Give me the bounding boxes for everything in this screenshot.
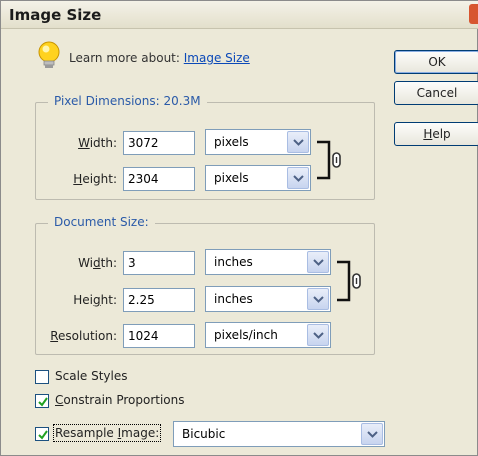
pixel-dimensions-size: 20.3M bbox=[163, 94, 201, 108]
resample-image-checkbox[interactable] bbox=[35, 427, 49, 441]
pixel-height-label: Height: bbox=[73, 172, 117, 186]
scale-styles-checkbox[interactable] bbox=[35, 370, 49, 384]
doc-height-unit-select[interactable]: inches bbox=[205, 286, 331, 312]
checkmark-icon bbox=[38, 430, 48, 440]
constrain-link-icon bbox=[315, 139, 351, 184]
constrain-proportions-checkbox[interactable] bbox=[35, 394, 49, 408]
lightbulb-icon bbox=[37, 41, 61, 71]
resolution-label: Resolution: bbox=[50, 329, 117, 343]
resolution-unit-select[interactable]: pixels/inch bbox=[205, 322, 331, 348]
title-bar[interactable]: Image Size bbox=[1, 1, 478, 29]
chevron-down-icon[interactable] bbox=[307, 288, 329, 310]
constrain-link-icon bbox=[335, 259, 371, 306]
ok-button[interactable]: OK bbox=[394, 50, 478, 74]
resolution-field[interactable]: 1024 bbox=[123, 324, 195, 348]
pixel-dimensions-legend: Pixel Dimensions: 20.3M bbox=[48, 94, 207, 108]
image-size-dialog: Image Size Learn more about: Image Size … bbox=[0, 0, 478, 456]
learn-more-text: Learn more about: Image Size bbox=[69, 51, 250, 65]
help-button[interactable]: Help bbox=[394, 122, 478, 146]
constrain-proportions-label[interactable]: Constrain Proportions bbox=[55, 393, 185, 407]
document-size-legend: Document Size: bbox=[48, 215, 155, 229]
doc-width-label: Width: bbox=[78, 256, 117, 270]
pixel-height-field[interactable]: 2304 bbox=[123, 167, 195, 191]
pixel-width-unit-select[interactable]: pixels bbox=[205, 129, 311, 155]
pixel-width-field[interactable]: 3072 bbox=[123, 131, 195, 155]
doc-width-field[interactable]: 3 bbox=[123, 251, 195, 275]
resample-method-select[interactable]: Bicubic bbox=[173, 421, 385, 447]
dialog-title: Image Size bbox=[9, 6, 102, 24]
image-size-help-link[interactable]: Image Size bbox=[184, 51, 250, 65]
pixel-height-unit-select[interactable]: pixels bbox=[205, 165, 311, 191]
doc-height-field[interactable]: 2.25 bbox=[123, 288, 195, 312]
chevron-down-icon[interactable] bbox=[307, 324, 329, 346]
chevron-down-icon[interactable] bbox=[287, 167, 309, 189]
scale-styles-label[interactable]: Scale Styles bbox=[55, 369, 128, 383]
resample-image-label[interactable]: Resample Image: bbox=[52, 424, 162, 442]
doc-height-label: Height: bbox=[73, 293, 117, 307]
cancel-button[interactable]: Cancel bbox=[394, 81, 478, 105]
chevron-down-icon[interactable] bbox=[361, 423, 383, 445]
doc-width-unit-select[interactable]: inches bbox=[205, 249, 331, 275]
chevron-down-icon[interactable] bbox=[287, 131, 309, 153]
pixel-width-label: Width: bbox=[78, 136, 117, 150]
checkmark-icon bbox=[38, 397, 48, 407]
chevron-down-icon[interactable] bbox=[307, 251, 329, 273]
close-button[interactable] bbox=[469, 4, 478, 24]
